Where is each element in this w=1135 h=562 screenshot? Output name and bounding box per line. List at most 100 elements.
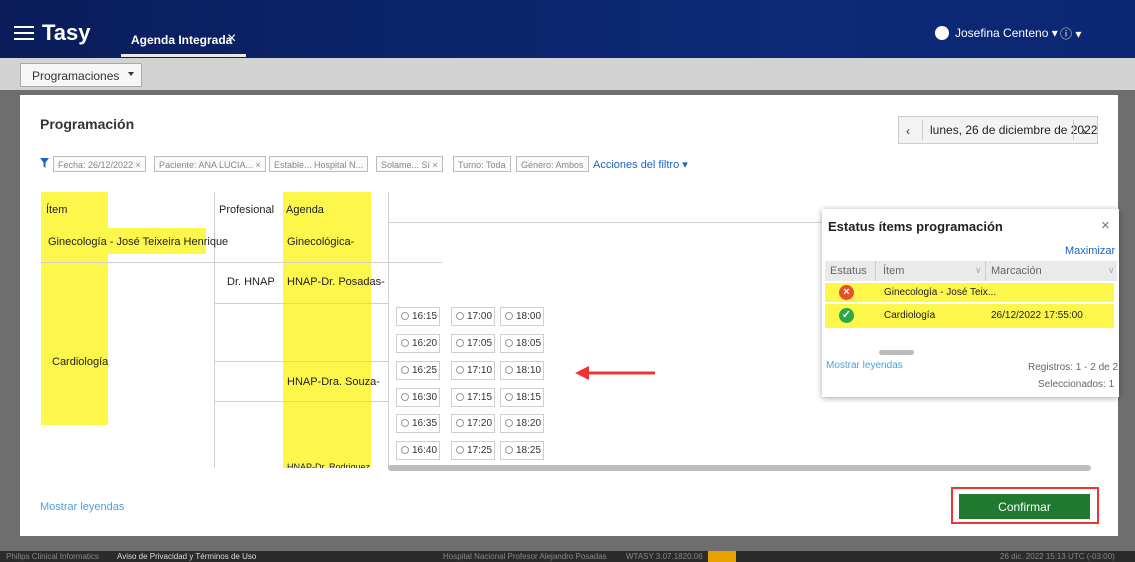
column-header-agenda: Agenda <box>286 204 324 216</box>
time-slot[interactable]: 17:00 <box>451 307 495 326</box>
column-header-profesional: Profesional <box>219 204 275 216</box>
popup-scrollbar[interactable] <box>879 350 914 355</box>
radio-icon[interactable] <box>456 393 464 401</box>
filter-chip-turno[interactable]: Turno: Toda <box>453 156 511 172</box>
info-menu-icon[interactable]: ⓘ ▾ <box>1060 25 1081 42</box>
tab-close-icon[interactable]: × <box>227 30 236 48</box>
divider <box>41 262 442 263</box>
radio-icon[interactable] <box>505 419 513 427</box>
time-slot-label: 17:10 <box>467 365 493 376</box>
radio-icon[interactable] <box>401 446 409 454</box>
filter-chip-fecha[interactable]: Fecha: 26/12/2022 × <box>53 156 146 172</box>
radio-icon[interactable] <box>456 339 464 347</box>
time-slot[interactable]: 16:40 <box>396 441 440 460</box>
user-menu[interactable]: Josefina Centeno ▾ <box>935 26 1058 40</box>
radio-icon[interactable] <box>456 366 464 374</box>
records-count: Registros: 1 - 2 de 2 <box>1028 362 1119 373</box>
time-slot[interactable]: 18:10 <box>500 361 544 380</box>
time-slot-label: 17:20 <box>467 418 493 429</box>
row-agenda-posadas[interactable]: HNAP-Dr. Posadas- <box>287 276 385 288</box>
dropdown-label: Programaciones <box>32 69 120 83</box>
radio-icon[interactable] <box>505 312 513 320</box>
time-slot[interactable]: 17:05 <box>451 334 495 353</box>
footer-hospital: Hospital Nacional Profesor Alejandro Pos… <box>443 552 607 561</box>
time-slot[interactable]: 17:10 <box>451 361 495 380</box>
column-header-item[interactable]: Ítem <box>883 265 904 277</box>
time-slot[interactable]: 18:05 <box>500 334 544 353</box>
time-slot-label: 17:05 <box>467 338 493 349</box>
radio-icon[interactable] <box>401 312 409 320</box>
next-day-button[interactable]: › <box>1082 124 1086 138</box>
time-slot-label: 16:30 <box>412 392 438 403</box>
filter-chip-solamente[interactable]: Solame... Sí × <box>376 156 443 172</box>
maximize-link[interactable]: Maximizar <box>1065 245 1115 257</box>
radio-icon[interactable] <box>505 446 513 454</box>
filter-actions-link[interactable]: Acciones del filtro ▾ <box>593 158 688 171</box>
prev-day-button[interactable]: ‹ <box>906 124 910 138</box>
column-header-status[interactable]: Estatus <box>830 265 867 277</box>
radio-icon[interactable] <box>456 312 464 320</box>
time-slot-label: 16:20 <box>412 338 438 349</box>
row-item: Cardiología <box>884 310 936 321</box>
filter-chip-genero[interactable]: Género: Ambos <box>516 156 589 172</box>
filter-chip-establecimiento[interactable]: Estable... Hospital N... <box>269 156 369 172</box>
tab-active-indicator <box>121 54 246 57</box>
confirm-marcaciones-button[interactable]: Confirmar marcaciones <box>959 494 1090 539</box>
show-legend-link[interactable]: Mostrar leyendas <box>40 501 124 513</box>
table-row[interactable]: ✓ Cardiología 26/12/2022 17:55:00 <box>825 304 1114 328</box>
radio-icon[interactable] <box>401 393 409 401</box>
divider <box>922 120 923 140</box>
horizontal-scrollbar[interactable] <box>388 465 1091 471</box>
radio-icon[interactable] <box>505 393 513 401</box>
sort-chevron-icon[interactable]: ∨ <box>1108 265 1115 276</box>
column-header-marcacion[interactable]: Marcación <box>991 265 1042 277</box>
time-slot[interactable]: 17:25 <box>451 441 495 460</box>
tab-label: Agenda Integrada <box>131 33 233 47</box>
radio-icon[interactable] <box>505 339 513 347</box>
filter-icon[interactable] <box>40 158 49 168</box>
row-agenda-rodriguez[interactable]: HNAP-Dr. Rodriguez <box>287 462 370 468</box>
app-logo: Tasy <box>42 20 91 45</box>
divider <box>985 261 986 281</box>
time-slot[interactable]: 17:15 <box>451 388 495 407</box>
sort-chevron-icon[interactable]: ∨ <box>975 265 982 276</box>
time-slot[interactable]: 18:15 <box>500 388 544 407</box>
radio-icon[interactable] <box>456 419 464 427</box>
popup-show-legend-link[interactable]: Mostrar leyendas <box>826 360 903 371</box>
footer-company: Philips Clinical Informatics <box>6 552 99 561</box>
time-slot[interactable]: 17:20 <box>451 414 495 433</box>
filter-chip-paciente[interactable]: Paciente: ANA LUCIA... × <box>154 156 266 172</box>
env-badge: DELTA <box>708 551 736 562</box>
time-slot[interactable]: 18:25 <box>500 441 544 460</box>
time-slot[interactable]: 18:00 <box>500 307 544 326</box>
time-slot-label: 17:00 <box>467 311 493 322</box>
row-item-cardiologia[interactable]: Cardiología <box>52 356 108 368</box>
radio-icon[interactable] <box>505 366 513 374</box>
time-slot[interactable]: 18:20 <box>500 414 544 433</box>
row-agenda-souza[interactable]: HNAP-Dra. Souza- <box>287 376 380 388</box>
row-profesional-dr-hnap[interactable]: Dr. HNAP <box>227 276 275 288</box>
radio-icon[interactable] <box>456 446 464 454</box>
time-slot[interactable]: 16:35 <box>396 414 440 433</box>
row-marcacion: 26/12/2022 17:55:00 <box>991 310 1083 321</box>
row-item: Ginecología - José Teix... <box>884 287 997 298</box>
divider <box>214 303 388 304</box>
time-slot-label: 18:25 <box>516 445 542 456</box>
time-slot[interactable]: 16:25 <box>396 361 440 380</box>
time-slot-label: 18:10 <box>516 365 542 376</box>
time-slot[interactable]: 16:15 <box>396 307 440 326</box>
page-title: Programación <box>40 116 135 132</box>
radio-icon[interactable] <box>401 419 409 427</box>
close-icon[interactable]: × <box>1101 217 1110 234</box>
table-row[interactable]: × Ginecología - José Teix... <box>825 283 1114 302</box>
radio-icon[interactable] <box>401 366 409 374</box>
row-agenda-ginecologica[interactable]: Ginecológica- <box>287 236 354 248</box>
divider <box>214 401 388 402</box>
row-item-ginecologia[interactable]: Ginecología - José Teixeira Henrique <box>48 236 228 248</box>
time-slot[interactable]: 16:20 <box>396 334 440 353</box>
radio-icon[interactable] <box>401 339 409 347</box>
time-slot[interactable]: 16:30 <box>396 388 440 407</box>
programaciones-dropdown[interactable]: Programaciones <box>20 63 142 87</box>
hamburger-menu-icon[interactable] <box>14 26 34 40</box>
privacy-link[interactable]: Aviso de Privacidad y Términos de Uso <box>117 551 256 562</box>
